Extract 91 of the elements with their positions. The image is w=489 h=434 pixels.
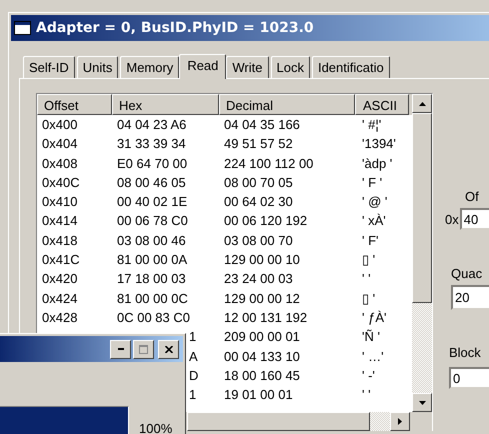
table-cell-text: 0x400 (41, 116, 78, 134)
table-cell-text: 08 00 46 05 (116, 174, 187, 192)
table-cell-text: 0x420 (41, 270, 78, 288)
column-header[interactable]: ASCII (355, 94, 409, 115)
table-cell-text: 129 00 00 10 (223, 251, 301, 270)
table-cell-text: 0x418 (41, 232, 78, 250)
table-cell-text: ' ƒÀ' (361, 308, 388, 327)
scroll-right-button[interactable] (390, 412, 410, 431)
table-cell-text: 03 08 00 70 (223, 232, 294, 250)
table-cell-text: 0x404 (41, 135, 78, 154)
table-cell: 1 (189, 329, 196, 344)
offset-label: Of (465, 189, 479, 204)
quadlets-label: Quac (451, 266, 482, 281)
table-cell-text: ' xÀ' (361, 212, 387, 230)
scroll-thumb[interactable] (412, 113, 432, 303)
column-header[interactable]: Hex (112, 94, 219, 115)
scroll-thumb[interactable] (187, 412, 370, 431)
table-cell-text: 17 18 00 03 (116, 270, 187, 288)
table-cell-text: ' @ ' (361, 193, 388, 212)
table-cell-text: '1394' (361, 135, 397, 154)
table-cell-text: 00 40 02 1E (116, 193, 188, 212)
table-cell-text: 08 00 70 05 (223, 174, 294, 192)
table-cell-text: 81 00 00 0C (116, 290, 189, 308)
table-cell-text: ' ' (361, 386, 372, 404)
table-cell-text: ' ' (361, 270, 372, 288)
tab[interactable]: Self-ID (23, 56, 75, 78)
table-cell-text: 49 51 57 52 (223, 135, 294, 154)
table-cell-text: 'àdp ' (361, 154, 394, 173)
scroll-up-button[interactable] (412, 94, 432, 113)
up-arrow-icon (418, 102, 426, 106)
table-cell: A (189, 348, 198, 364)
table-cell-text: 0x428 (41, 308, 78, 327)
progress-reading: 100% (139, 421, 172, 434)
table-cell-text: ' …' (361, 348, 385, 366)
table-cell: D (189, 368, 198, 383)
maximize-button[interactable] (133, 340, 154, 358)
column-header[interactable]: Decimal (219, 94, 355, 115)
table-cell-text: 0x41C (41, 251, 81, 270)
vertical-scrollbar[interactable] (412, 94, 432, 412)
scroll-down-button[interactable] (412, 393, 432, 412)
table-cell-text: 00 06 120 192 (223, 212, 308, 230)
table-cell-text: 12 00 131 192 (223, 308, 308, 327)
table-cell-text: 81 00 00 0A (116, 251, 188, 270)
table-cell-text: 00 04 133 10 (223, 348, 301, 366)
tab[interactable]: Identificatio (312, 56, 390, 78)
table-cell-text: 0C 00 83 C0 (116, 308, 191, 327)
table-cell-text: 0x424 (41, 290, 78, 308)
quadlets-field[interactable]: 20 (451, 285, 489, 310)
window-title: Adapter = 0, BusID.PhyID = 1023.0 (36, 20, 314, 36)
minimize-button[interactable] (110, 340, 131, 358)
column-header[interactable]: Offset (37, 94, 112, 115)
down-arrow-icon (418, 400, 426, 404)
table-cell-text: 04 04 35 166 (223, 116, 301, 134)
close-button[interactable] (158, 340, 179, 358)
right-arrow-icon (398, 418, 402, 425)
table-cell-text: 03 08 00 46 (116, 232, 187, 250)
window-icon (14, 21, 31, 35)
table-cell-text: 19 01 00 01 (223, 386, 294, 404)
table-cell-text: 'Ñ ' (361, 328, 381, 346)
table-cell-text: 00 64 02 30 (223, 193, 294, 212)
close-icon (164, 346, 172, 352)
tab[interactable]: Write (226, 56, 268, 78)
table-cell-text: ' F' (361, 232, 380, 250)
block-label: Block (449, 345, 481, 360)
table-cell-text: 0x408 (41, 154, 78, 173)
table-cell-text: ▯ ' (361, 251, 376, 270)
block-field[interactable]: 0 (449, 367, 489, 389)
table-cell-text: 00 06 78 C0 (116, 212, 189, 230)
table-cell-text: 0x414 (41, 212, 78, 230)
table-cell-text: E0 64 70 00 (116, 154, 188, 173)
table-cell-text: ' #¦' (361, 116, 382, 134)
table-cell-text: 31 33 39 34 (116, 135, 187, 154)
table-cell-text: 23 24 00 03 (223, 270, 294, 288)
offset-field[interactable]: 40 (460, 208, 489, 230)
table-cell-text: 18 00 160 45 (223, 366, 301, 385)
table-cell-text: 04 04 23 A6 (116, 116, 188, 134)
tab[interactable]: Read (179, 54, 226, 79)
hex-prefix: 0x (445, 212, 459, 226)
table-cell-text: 129 00 00 12 (223, 290, 301, 308)
maximize-icon (139, 344, 148, 354)
table-cell: 1 (189, 387, 196, 402)
tab[interactable]: Units (76, 56, 118, 78)
minimize-icon (118, 348, 124, 350)
tab[interactable]: Lock (270, 56, 310, 78)
table-cell-text: 0x410 (41, 193, 78, 212)
table-cell-text: ▯ ' (361, 290, 376, 308)
table-cell-text: 0x40C (41, 174, 81, 192)
table-cell-text: 224 100 112 00 (223, 154, 314, 173)
table-cell-text: 209 00 00 01 (223, 328, 301, 346)
table-cell-text: ' F ' (361, 174, 384, 192)
table-cell-text: ' -' (361, 366, 376, 385)
